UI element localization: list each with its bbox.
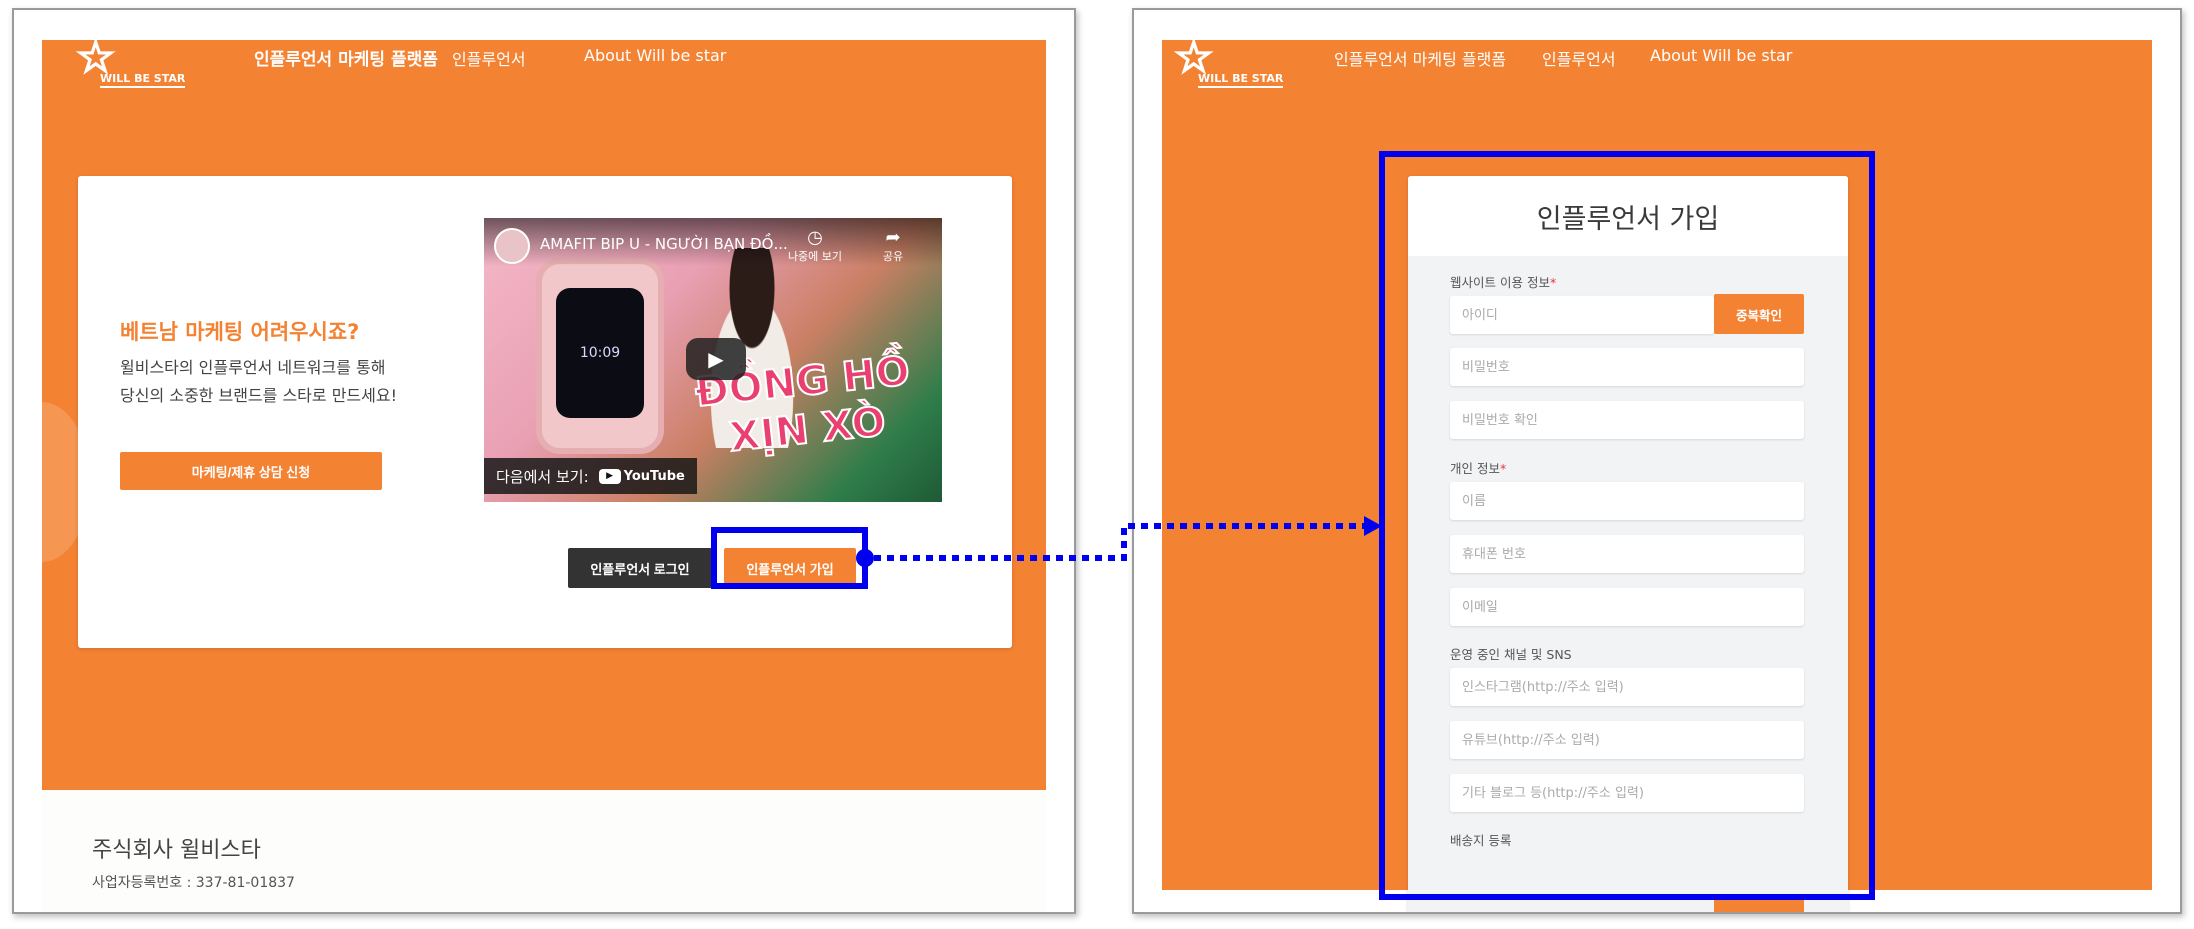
arrow-start-dot (856, 549, 874, 567)
annotation-arrow (856, 516, 1382, 567)
dotted-connector-line (874, 523, 1368, 561)
arrow-head (1364, 516, 1382, 536)
